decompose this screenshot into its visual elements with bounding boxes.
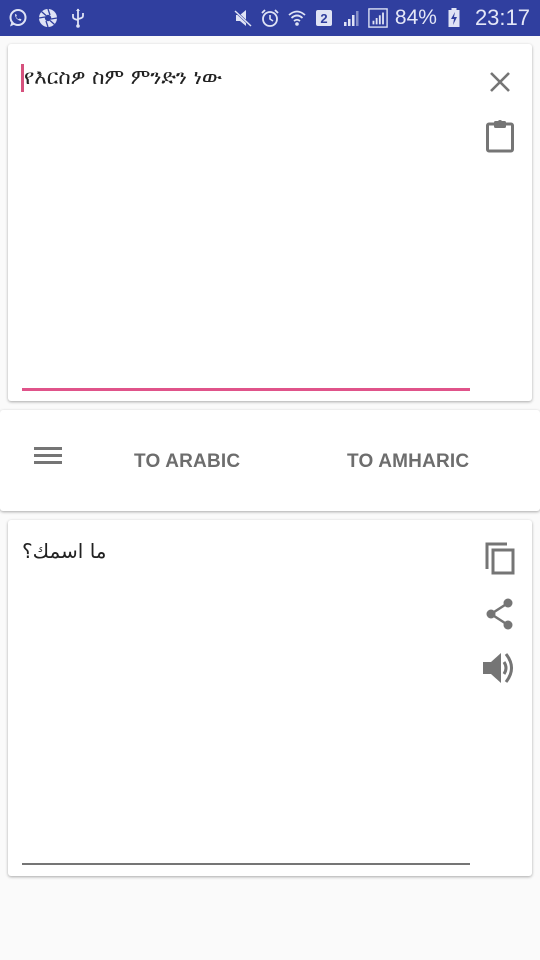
share-icon [485,598,515,634]
menu-icon [34,445,62,471]
input-underline-focused [22,388,470,391]
paste-button[interactable] [480,118,520,158]
signal-icon [341,8,361,28]
menu-button[interactable] [28,438,68,478]
copy-button[interactable] [480,540,520,580]
to-arabic-button[interactable]: TO ARABIC [134,446,240,478]
status-bar-system: 2 84% 23:17 [233,5,530,31]
output-underline [22,863,470,865]
svg-text:2: 2 [320,11,327,26]
sim-2-icon: 2 [314,8,334,28]
source-text: የእርስዎ ስም ምንድን ነው [24,65,223,89]
status-bar: 2 84% 23:17 [0,0,540,36]
translate-toolbar: TO ARABIC TO AMHARIC [0,410,540,511]
close-icon [488,70,512,98]
clock: 23:17 [474,5,530,30]
source-text-input[interactable]: የእርስዎ ስም ምንድን ነው [21,62,462,362]
aperture-icon [38,8,58,28]
clear-button[interactable] [480,64,520,104]
alarm-icon [260,8,280,28]
to-amharic-button[interactable]: TO AMHARIC [347,446,469,478]
speak-button[interactable] [480,650,520,690]
signal-boxed-icon [368,8,388,28]
translation-output-card: ما اسمك؟ [8,520,532,876]
text-cursor [21,64,24,92]
whatsapp-icon [8,8,28,28]
speaker-icon [481,649,519,691]
translated-text: ما اسمك؟ [22,539,107,563]
mute-icon [233,8,253,28]
source-input-card: የእርስዎ ስም ምንድን ነው [8,44,532,401]
clipboard-icon [485,119,515,157]
share-button[interactable] [480,596,520,636]
usb-icon [68,8,88,28]
status-bar-notifications [8,8,88,28]
wifi-icon [287,8,307,28]
copy-icon [484,541,516,579]
battery-charging-icon [444,8,464,28]
battery-percent: 84% [394,6,437,29]
